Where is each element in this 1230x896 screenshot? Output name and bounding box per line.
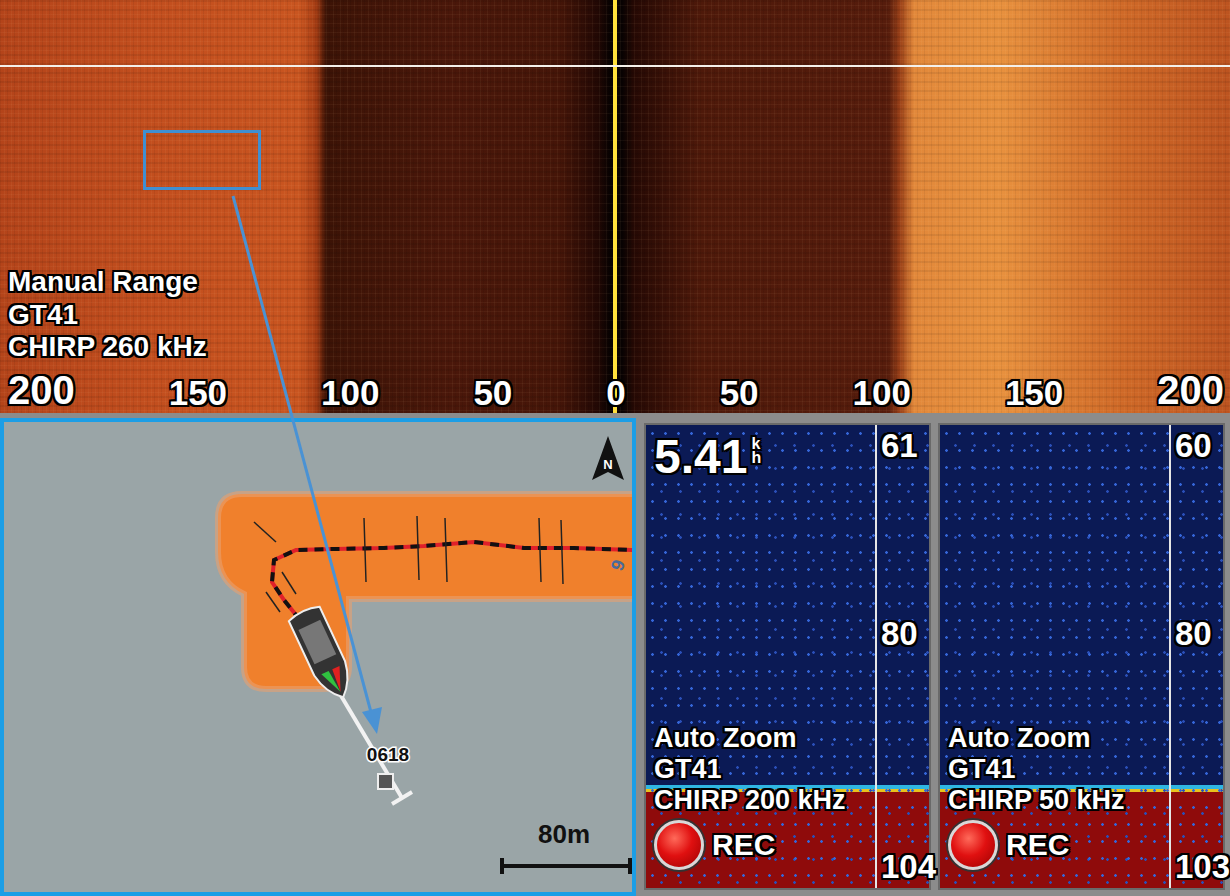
- side-scan-view: Manual RangeGT41CHIRP 260 kHz20015010050…: [0, 0, 1230, 413]
- sonar-label: Auto Zoom: [948, 723, 1163, 754]
- coverage-area: [218, 494, 632, 689]
- north-icon: N: [592, 436, 624, 480]
- heading-end: [392, 792, 412, 804]
- scan-label: CHIRP 260 kHz: [8, 331, 1224, 363]
- range-tick: 150: [1005, 373, 1063, 413]
- record-label: REC: [1006, 828, 1069, 863]
- range-tick: 50: [720, 373, 759, 413]
- boat-icon: [288, 604, 359, 704]
- range-tick: 50: [473, 373, 512, 413]
- track-tick: [282, 572, 296, 594]
- range-scale: 200 150 100 50 0 50 100 150 200: [8, 367, 1224, 413]
- range-tick: 200: [1157, 367, 1224, 413]
- arrow-head-icon: [362, 707, 382, 734]
- track-tick: [539, 518, 541, 582]
- waypoint-icon[interactable]: [378, 774, 393, 789]
- sonar-label: GT41: [654, 754, 869, 785]
- range-tick: 100: [321, 373, 379, 413]
- record-button[interactable]: [948, 820, 998, 870]
- range-tick: 100: [853, 373, 911, 413]
- depth-mid: 80: [1175, 615, 1221, 653]
- sonar-label: Auto Zoom: [654, 723, 869, 754]
- speed-unit: kh: [751, 429, 761, 466]
- waypoint-label: 0618: [367, 744, 409, 765]
- sonar-label: CHIRP 50 kHz: [948, 785, 1163, 816]
- track-tick: [417, 516, 419, 580]
- track-label: 9: [607, 557, 629, 573]
- range-tick: 0: [606, 373, 625, 413]
- sonar-label: CHIRP 200 kHz: [654, 785, 869, 816]
- record-button[interactable]: [654, 820, 704, 870]
- range-tick: 200: [8, 367, 75, 413]
- speed-value: 5.41: [654, 429, 747, 484]
- chart-canvas[interactable]: 9 0618 N 80m: [4, 422, 632, 896]
- scale-bar: [502, 858, 630, 874]
- range-tick: 150: [169, 373, 227, 413]
- depth-bottom: 103: [1175, 848, 1221, 886]
- scan-label: GT41: [8, 299, 1224, 331]
- track-dash: [272, 542, 632, 620]
- selection-box[interactable]: [143, 130, 261, 190]
- depth-scale: 60 80 103: [1169, 425, 1223, 888]
- track-tick: [445, 518, 447, 582]
- sonar-label: GT41: [948, 754, 1163, 785]
- depth-mid: 80: [881, 615, 927, 653]
- scale-label: 80m: [538, 819, 590, 849]
- north-label: N: [603, 457, 612, 472]
- depth-top: 61: [881, 427, 927, 465]
- speed-unit-top: k: [751, 437, 761, 451]
- record-control[interactable]: REC: [948, 820, 1163, 870]
- track-tick: [254, 522, 276, 542]
- track-tick: [364, 518, 366, 582]
- depth-top: 60: [1175, 427, 1221, 465]
- record-label: REC: [712, 828, 775, 863]
- speed-readout: 5.41kh: [654, 429, 869, 484]
- scan-label: Manual Range: [8, 266, 1224, 298]
- depth-scale: 61 80 104: [875, 425, 929, 888]
- record-control[interactable]: REC: [654, 820, 869, 870]
- scan-info: Manual RangeGT41CHIRP 260 kHz: [8, 266, 1224, 363]
- track-tick: [561, 520, 563, 584]
- link-arrow: [0, 0, 1230, 896]
- speed-unit-bottom: h: [751, 451, 761, 465]
- chart-map[interactable]: 9 0618 N 80m: [0, 418, 636, 896]
- heading-line: [334, 684, 402, 798]
- sonar-panel[interactable]: 5.41khAuto ZoomGT41CHIRP 200 kHzREC61801…: [644, 423, 931, 890]
- depth-bottom: 104: [881, 848, 927, 886]
- track-line: [272, 542, 632, 620]
- track-tick: [266, 592, 280, 612]
- sonar-panel[interactable]: Auto ZoomGT41CHIRP 50 kHz REC 60 80 103: [938, 423, 1225, 890]
